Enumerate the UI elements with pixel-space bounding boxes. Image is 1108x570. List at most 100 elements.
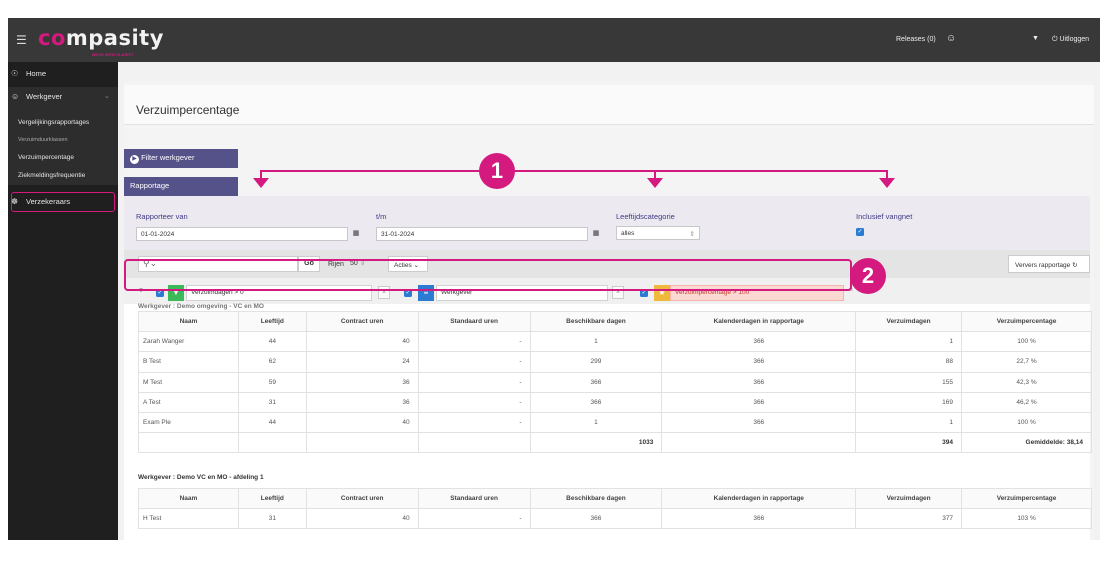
cell: 366 (661, 351, 857, 373)
vangnet-label: Inclusief vangnet (856, 212, 913, 221)
cell: 299 (529, 351, 663, 373)
cell: 36 (305, 391, 419, 413)
cell: - (417, 411, 531, 434)
col-header-naam[interactable]: Naam (138, 310, 239, 333)
logo[interactable]: compasity (38, 26, 164, 50)
from-label: Rapporteer van (136, 212, 188, 221)
sidebar-subitem-vergelijkingsrapportages[interactable]: Vergelijkingsrapportages (18, 119, 89, 126)
logout-button[interactable]: ⏻ Uitloggen (1052, 36, 1089, 44)
sidebar-subitem-verzuimduurklassen[interactable]: Verzuimduurklassen (18, 137, 68, 143)
cell: 1 (855, 331, 963, 353)
cell: 366 (661, 391, 857, 413)
group-1-heading: Werkgever : Demo omgeving - VC en MO (138, 303, 264, 310)
cell: 88 (855, 351, 963, 373)
cell: 103 % (961, 508, 1092, 530)
cell: 377 (855, 508, 963, 530)
cell: 155 (855, 371, 963, 393)
col-header-leeftijd[interactable]: Leeftijd (237, 310, 307, 333)
shield-icon: ☸ (11, 197, 19, 206)
cell: 366 (661, 371, 857, 393)
col-header-verzuimdagen[interactable]: Verzuimdagen (855, 487, 963, 510)
table-header-row: Naam Leeftijd Contract uren Standaard ur… (138, 487, 1092, 510)
home-icon: ☉ (11, 69, 19, 78)
cell: 46,2 % (961, 391, 1092, 413)
cell: 62 (237, 351, 307, 373)
cell: Zarah Wanger (138, 331, 239, 353)
table-row: M Test 59 36 - 366 366 155 42,3 % (138, 371, 1092, 393)
col-header-standaard-uren[interactable]: Standaard uren (417, 310, 531, 333)
cell: 22,7 % (961, 351, 1092, 373)
releases-link[interactable]: Releases (0) (896, 36, 936, 43)
from-date-input[interactable]: 01-01-2024 (136, 227, 348, 241)
menu-icon[interactable]: ☰ (16, 33, 27, 47)
group-2-heading: Werkgever : Demo VC en MO - afdeling 1 (138, 474, 264, 481)
total-verzuimdagen: 394 (855, 432, 963, 454)
report-region: Rapporteer van 01-01-2024 ▦ t/m 31-01-20… (124, 196, 1092, 540)
calendar-icon[interactable]: ▦ (590, 229, 602, 241)
cell: 366 (661, 331, 857, 353)
user-icon[interactable]: ☺ (946, 33, 956, 44)
col-header-verzuimdagen[interactable]: Verzuimdagen (855, 310, 963, 333)
col-header-kalenderdagen[interactable]: Kalenderdagen in rapportage (661, 310, 857, 333)
col-header-naam[interactable]: Naam (138, 487, 239, 510)
page-title: Verzuimpercentage (136, 103, 240, 117)
vangnet-checkbox[interactable]: ✓ (856, 228, 864, 236)
cell: 44 (237, 331, 307, 353)
table-header-row: Naam Leeftijd Contract uren Standaard ur… (138, 310, 1092, 333)
sidebar-subitem-ziekmeldingsfrequentie[interactable]: Ziekmeldingsfrequentie (18, 172, 85, 179)
age-select[interactable]: alles ⇕ (616, 226, 700, 240)
cell: - (417, 508, 531, 530)
person-icon: ☺ (11, 92, 20, 101)
calendar-icon[interactable]: ▦ (350, 229, 362, 241)
refresh-icon: ↻ (1072, 262, 1078, 269)
cell: 40 (305, 411, 419, 434)
annotation-arrow (253, 178, 269, 188)
annotation-callout-1: 1 (479, 153, 515, 189)
average-verzuimpercentage: Gemiddelde: 38,14 (961, 432, 1092, 454)
chevron-down-icon[interactable]: ⌄ (104, 92, 110, 100)
cell: 366 (661, 508, 857, 530)
cell: H Test (138, 508, 239, 530)
cell: 42,3 % (961, 371, 1092, 393)
col-header-verzuimpercentage[interactable]: Verzuimpercentage (961, 487, 1092, 510)
cell: 100 % (961, 331, 1092, 353)
caret-down-icon[interactable]: ▼ (1032, 35, 1039, 42)
report-parameters: Rapporteer van 01-01-2024 ▦ t/m 31-01-20… (124, 196, 1090, 250)
table-row: A Test 31 36 - 366 366 169 46,2 % (138, 391, 1092, 413)
sidebar-subitem-verzuimpercentage[interactable]: Verzuimpercentage (18, 154, 74, 161)
sidebar: ☉ Home ☺ Werkgever ⌄ Vergelijkingsrappor… (8, 62, 118, 540)
totals-row: 1033 394 Gemiddelde: 38,14 (138, 432, 1092, 454)
filter-region-toggle[interactable]: ▶ Filter werkgever (124, 149, 238, 168)
cell: 40 (305, 508, 419, 530)
col-header-standaard-uren[interactable]: Standaard uren (417, 487, 531, 510)
cell: 31 (237, 391, 307, 413)
cell: 366 (529, 371, 663, 393)
table-row: Zarah Wanger 44 40 - 1 366 1 100 % (138, 331, 1092, 353)
col-header-leeftijd[interactable]: Leeftijd (237, 487, 307, 510)
report-region-head: Rapportage (124, 177, 238, 196)
cell: 36 (305, 371, 419, 393)
col-header-contract-uren[interactable]: Contract uren (305, 487, 419, 510)
col-header-beschikbare-dagen[interactable]: Beschikbare dagen (529, 310, 663, 333)
app-frame: ☰ compasity MOVE WITH CLARITY Releases (… (8, 18, 1100, 540)
cell: 1 (855, 411, 963, 434)
cell: 1 (529, 331, 663, 353)
col-header-kalenderdagen[interactable]: Kalenderdagen in rapportage (661, 487, 857, 510)
top-bar: ☰ compasity MOVE WITH CLARITY Releases (… (8, 18, 1100, 62)
cell: A Test (138, 391, 239, 413)
cell: 40 (305, 331, 419, 353)
cell: - (417, 391, 531, 413)
annotation-callout-2: 2 (850, 258, 886, 294)
report-table-group-2: Naam Leeftijd Contract uren Standaard ur… (138, 487, 1092, 530)
refresh-report-button[interactable]: Ververs rapportage ↻ (1008, 255, 1090, 273)
cell: M Test (138, 371, 239, 393)
cell: - (417, 331, 531, 353)
col-header-contract-uren[interactable]: Contract uren (305, 310, 419, 333)
annotation-1-line (260, 170, 888, 172)
title-region: Verzuimpercentage (124, 85, 1094, 125)
to-date-input[interactable]: 31-01-2024 (376, 227, 588, 241)
col-header-beschikbare-dagen[interactable]: Beschikbare dagen (529, 487, 663, 510)
cell: 31 (237, 508, 307, 530)
col-header-verzuimpercentage[interactable]: Verzuimpercentage (961, 310, 1092, 333)
annotation-arrow (879, 178, 895, 188)
